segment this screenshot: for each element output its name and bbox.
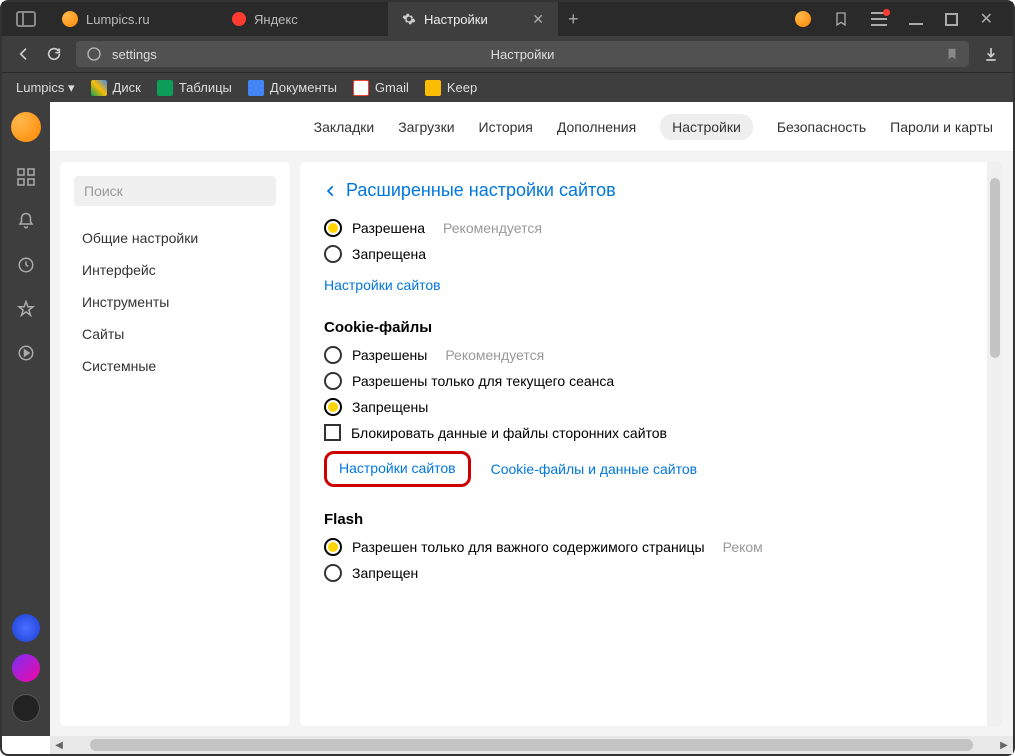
nav-security[interactable]: Безопасность [777, 119, 866, 135]
bookmark-gmail[interactable]: Gmail [353, 80, 409, 96]
scroll-right-icon[interactable]: ▶ [995, 736, 1013, 754]
bookmark-docs[interactable]: Документы [248, 80, 337, 96]
radio-icon [324, 398, 342, 416]
radio-icon [324, 372, 342, 390]
nav-settings[interactable]: Настройки [660, 114, 753, 140]
address-path: settings [112, 47, 157, 62]
highlighted-link: Настройки сайтов [324, 451, 471, 487]
clock-icon[interactable] [17, 256, 35, 274]
tab-label: Настройки [424, 12, 488, 27]
bookmark-disk[interactable]: Диск [91, 80, 141, 96]
window-controls: ✕ [795, 9, 1013, 29]
tab-favicon-icon [232, 12, 246, 26]
tab-bar: Lumpics.ru Яндекс Настройки ✕ + ✕ [2, 2, 1013, 36]
settings-sidebar: Поиск Общие настройки Интерфейс Инструме… [60, 162, 290, 726]
bookmark-lumpics[interactable]: Lumpics ▾ [16, 80, 75, 96]
side-panel [2, 102, 50, 736]
tab-label: Lumpics.ru [86, 12, 150, 27]
section-general[interactable]: Общие настройки [60, 222, 290, 254]
gear-icon [402, 12, 416, 26]
bookmark-icon[interactable] [945, 47, 959, 61]
nav-bookmarks[interactable]: Закладки [314, 119, 375, 135]
flash-title: Flash [324, 511, 979, 528]
radio-flash-important[interactable]: Разрешен только для важного содержимого … [324, 538, 979, 556]
nav-history[interactable]: История [479, 119, 533, 135]
nav-addons[interactable]: Дополнения [557, 119, 636, 135]
settings-panel: Расширенные настройки сайтов Разрешена Р… [300, 162, 1003, 726]
horizontal-scrollbar[interactable]: ◀ ▶ [50, 736, 1013, 754]
sheets-icon [157, 80, 173, 96]
section-sites[interactable]: Сайты [60, 318, 290, 350]
docs-icon [248, 80, 264, 96]
gmail-icon [353, 80, 369, 96]
radio-allowed[interactable]: Разрешена Рекомендуется [324, 219, 979, 237]
radio-icon [324, 538, 342, 556]
checkbox-icon [324, 424, 341, 441]
scroll-left-icon[interactable]: ◀ [50, 736, 68, 754]
close-icon[interactable]: ✕ [532, 11, 544, 28]
search-placeholder: Поиск [84, 183, 123, 199]
radio-icon [324, 219, 342, 237]
drive-icon [91, 80, 107, 96]
section-tools[interactable]: Инструменты [60, 286, 290, 318]
vertical-scrollbar[interactable] [987, 162, 1003, 726]
yandex-icon[interactable] [12, 694, 40, 722]
radio-icon [324, 346, 342, 364]
radio-icon [324, 564, 342, 582]
maximize-icon[interactable] [945, 13, 958, 26]
radio-forbidden[interactable]: Запрещена [324, 245, 979, 263]
search-input[interactable]: Поиск [74, 176, 276, 206]
new-tab-button[interactable]: + [558, 9, 589, 30]
link-cookies-data[interactable]: Cookie-файлы и данные сайтов [491, 461, 697, 477]
messenger-icon[interactable] [12, 614, 40, 642]
nav-passwords[interactable]: Пароли и карты [890, 119, 993, 135]
panel-toggle-icon[interactable] [16, 11, 36, 27]
profile-icon[interactable] [795, 11, 811, 27]
settings-topnav: Закладки Загрузки История Дополнения Нас… [50, 102, 1013, 152]
play-icon[interactable] [17, 344, 35, 362]
chevron-left-icon [324, 184, 338, 198]
settings-page: Закладки Загрузки История Дополнения Нас… [50, 102, 1013, 736]
bookmark-outline-icon[interactable] [833, 11, 849, 27]
bell-icon[interactable] [17, 212, 35, 230]
address-title: Настройки [491, 47, 555, 62]
site-info-icon[interactable] [86, 46, 102, 62]
tab-lumpics[interactable]: Lumpics.ru [48, 2, 218, 36]
alice-icon[interactable] [12, 654, 40, 682]
minimize-icon[interactable] [909, 12, 923, 26]
tab-yandex[interactable]: Яндекс [218, 2, 388, 36]
radio-cookies-session[interactable]: Разрешены только для текущего сеанса [324, 372, 979, 390]
radio-icon [324, 245, 342, 263]
tab-label: Яндекс [254, 12, 298, 27]
reload-icon[interactable] [46, 46, 62, 62]
section-system[interactable]: Системные [60, 350, 290, 382]
tab-favicon-icon [62, 11, 78, 27]
home-icon[interactable] [11, 112, 41, 142]
nav-downloads[interactable]: Загрузки [398, 119, 454, 135]
radio-cookies-allowed[interactable]: Разрешены Рекомендуется [324, 346, 979, 364]
bookmarks-bar: Lumpics ▾ Диск Таблицы Документы Gmail K… [2, 72, 1013, 102]
link-site-settings[interactable]: Настройки сайтов [324, 277, 441, 293]
close-window-icon[interactable]: ✕ [980, 9, 993, 29]
checkbox-block-thirdparty[interactable]: Блокировать данные и файлы сторонних сай… [324, 424, 979, 441]
tab-settings[interactable]: Настройки ✕ [388, 2, 558, 36]
bookmark-sheets[interactable]: Таблицы [157, 80, 232, 96]
address-input[interactable]: settings Настройки [76, 41, 969, 67]
menu-icon[interactable] [871, 12, 887, 26]
radio-cookies-forbidden[interactable]: Запрещены [324, 398, 979, 416]
apps-icon[interactable] [17, 168, 35, 186]
link-cookies-site-settings[interactable]: Настройки сайтов [339, 460, 456, 476]
address-bar: settings Настройки [2, 36, 1013, 72]
download-icon[interactable] [983, 46, 999, 62]
bookmark-keep[interactable]: Keep [425, 80, 477, 96]
section-interface[interactable]: Интерфейс [60, 254, 290, 286]
cookies-title: Cookie-файлы [324, 319, 979, 336]
keep-icon [425, 80, 441, 96]
back-link[interactable]: Расширенные настройки сайтов [324, 180, 979, 201]
back-icon[interactable] [16, 46, 32, 62]
radio-flash-forbidden[interactable]: Запрещен [324, 564, 979, 582]
star-icon[interactable] [17, 300, 35, 318]
